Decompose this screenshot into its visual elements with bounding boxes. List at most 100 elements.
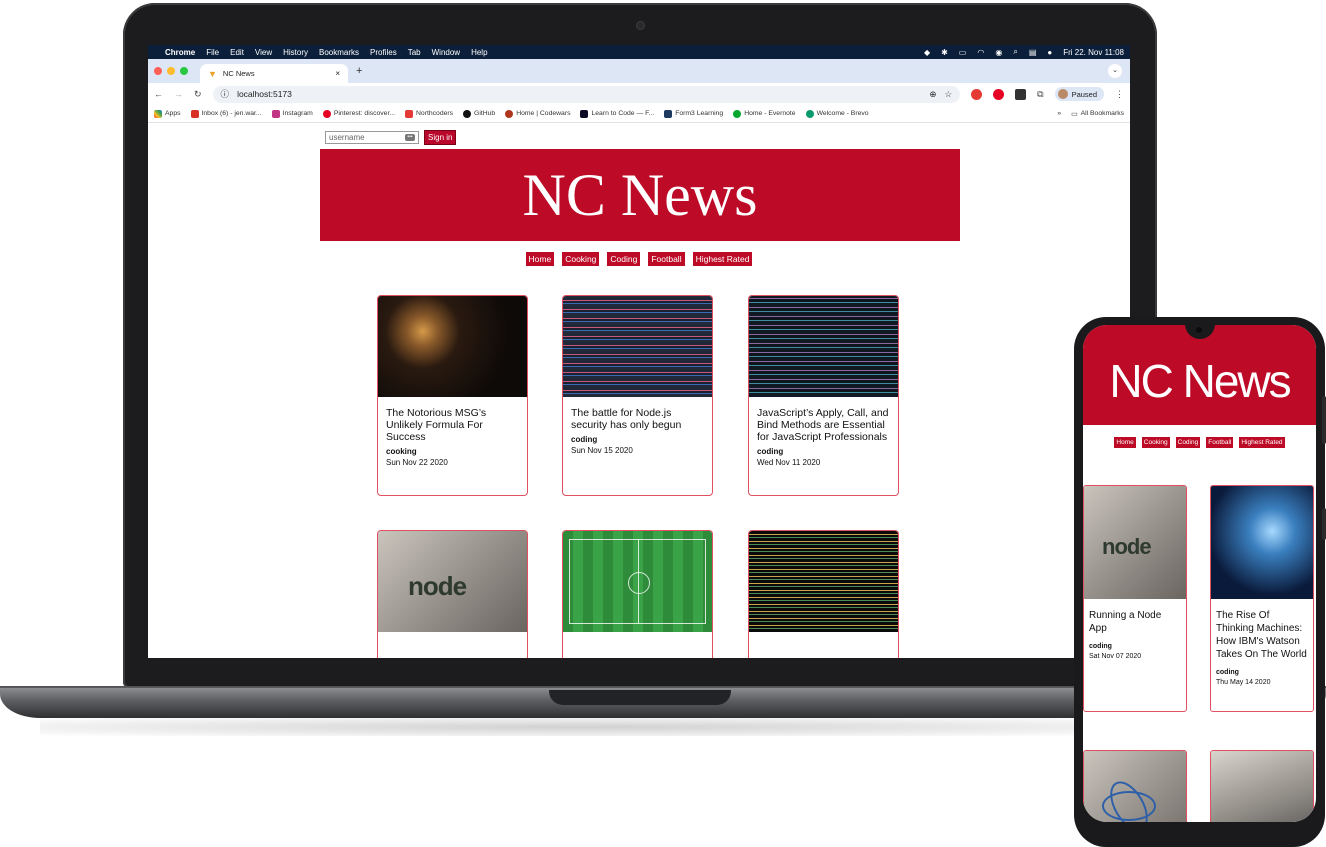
nav-coding[interactable]: Coding xyxy=(607,252,641,266)
extension-abp-icon[interactable] xyxy=(971,88,983,100)
menu-view[interactable]: View xyxy=(255,48,272,57)
spotlight-icon[interactable]: ⌕ xyxy=(1013,47,1017,57)
menu-window[interactable]: Window xyxy=(432,48,460,57)
kebab-menu-icon[interactable]: ⋮ xyxy=(1115,89,1124,100)
new-tab-button[interactable]: + xyxy=(356,65,362,77)
bookmark-github[interactable]: GitHub xyxy=(463,109,495,118)
back-icon[interactable]: ← xyxy=(154,89,163,99)
menu-file[interactable]: File xyxy=(206,48,219,57)
menu-app-name[interactable]: Chrome xyxy=(165,48,195,57)
maximize-window-button[interactable] xyxy=(180,67,188,75)
menu-history[interactable]: History xyxy=(283,48,308,57)
more-bookmarks-button[interactable]: » xyxy=(1057,110,1061,117)
omnibox[interactable]: ⓘ localhost:5173 ⊕ ☆ xyxy=(212,85,961,103)
instagram-icon xyxy=(271,109,280,118)
laptop-camera xyxy=(636,21,645,30)
article-title[interactable]: The Notorious MSG’s Unlikely Formula For… xyxy=(386,407,519,443)
article-card[interactable]: The Notorious MSG’s Unlikely Formula For… xyxy=(377,295,528,496)
reload-icon[interactable]: ↻ xyxy=(194,89,202,100)
bookmark-gmail[interactable]: Inbox (6) - jen.war... xyxy=(190,109,262,118)
evernote-icon xyxy=(733,109,742,118)
article-image xyxy=(563,296,712,397)
battery-icon[interactable]: ▭ xyxy=(959,48,967,57)
user-icon[interactable]: ◉ xyxy=(995,48,1002,57)
bluetooth-icon[interactable]: ✱ xyxy=(941,48,948,57)
siri-icon[interactable]: ● xyxy=(1047,48,1052,57)
phone-nav-highest-rated[interactable]: Highest Rated xyxy=(1239,437,1285,448)
phone-article-title[interactable]: Running a Node App xyxy=(1089,609,1181,635)
phone-screen: NC News Home Cooking Coding Football Hig… xyxy=(1083,325,1316,822)
phone-article-title[interactable]: The Rise Of Thinking Machines: How IBM's… xyxy=(1216,609,1308,661)
phone-nav-home[interactable]: Home xyxy=(1114,437,1136,448)
web-page: username ••• Sign in NC News Home Cookin… xyxy=(148,123,1130,658)
bookmark-northcoders[interactable]: Northcoders xyxy=(405,109,453,118)
article-date: Wed Nov 11 2020 xyxy=(757,458,821,467)
nav-cooking[interactable]: Cooking xyxy=(562,252,600,266)
bookmark-form3[interactable]: Form3 Learning xyxy=(664,109,723,118)
tab-close-icon[interactable]: × xyxy=(335,69,340,78)
url-text[interactable]: localhost:5173 xyxy=(237,89,921,99)
tab-nc-news[interactable]: ▼ NC News × xyxy=(200,64,348,83)
site-info-icon[interactable]: ⓘ xyxy=(221,88,230,100)
menu-profiles[interactable]: Profiles xyxy=(370,48,397,57)
elephant-icon[interactable]: ◆ xyxy=(924,48,930,57)
bookmark-instagram[interactable]: Instagram xyxy=(271,109,313,118)
article-topic: coding xyxy=(571,435,598,444)
menu-help[interactable]: Help xyxy=(471,48,487,57)
menubar-clock[interactable]: Fri 22. Nov 11:08 xyxy=(1063,48,1124,57)
bookmark-freecodecamp[interactable]: Learn to Code — F... xyxy=(580,109,654,118)
bookmark-apps[interactable]: Apps xyxy=(154,109,181,118)
all-bookmarks-button[interactable]: ▭ All Bookmarks xyxy=(1071,110,1124,118)
bookmark-pinterest[interactable]: Pinterest: discover... xyxy=(322,109,395,118)
close-window-button[interactable] xyxy=(154,67,162,75)
minimize-window-button[interactable] xyxy=(167,67,175,75)
folder-icon: ▭ xyxy=(1071,110,1078,118)
nav-home[interactable]: Home xyxy=(525,252,555,266)
zoom-icon[interactable]: ⊕ xyxy=(929,89,936,100)
football-pitch-image xyxy=(563,531,712,632)
extensions-puzzle-icon[interactable]: ⧉ xyxy=(1037,89,1043,100)
bookmark-codewars[interactable]: Home | Codewars xyxy=(505,109,570,118)
phone-nav-coding[interactable]: Coding xyxy=(1175,437,1201,448)
gmail-icon xyxy=(190,109,199,118)
control-center-icon[interactable]: ▤ xyxy=(1029,48,1037,57)
extension-pinterest-icon[interactable] xyxy=(993,88,1005,100)
phone-article-topic: coding xyxy=(1089,643,1112,650)
article-card[interactable]: node xyxy=(377,530,528,658)
article-card[interactable]: The battle for Node.js security has only… xyxy=(562,295,713,496)
tab-search-icon[interactable]: ⌄ xyxy=(1108,64,1122,78)
brevo-icon xyxy=(805,109,814,118)
bookmark-star-icon[interactable]: ☆ xyxy=(945,89,953,100)
phone-article-card[interactable]: The Rise Of Thinking Machines: How IBM's… xyxy=(1210,485,1314,712)
phone-article-card[interactable] xyxy=(1083,750,1187,822)
sign-in-button[interactable]: Sign in xyxy=(424,130,457,145)
bookmark-evernote[interactable]: Home - Evernote xyxy=(733,109,796,118)
bookmark-brevo[interactable]: Welcome - Brevo xyxy=(805,109,869,118)
article-card[interactable] xyxy=(748,530,899,658)
extension-dark-icon[interactable] xyxy=(1015,88,1027,100)
phone-article-card[interactable] xyxy=(1210,750,1314,822)
username-input[interactable]: username ••• xyxy=(325,131,419,144)
article-card[interactable]: JavaScript’s Apply, Call, and Bind Metho… xyxy=(748,295,899,496)
nav-football[interactable]: Football xyxy=(648,252,685,266)
article-title[interactable]: JavaScript’s Apply, Call, and Bind Metho… xyxy=(757,407,890,443)
react-logo-image xyxy=(1084,751,1186,822)
article-card[interactable] xyxy=(562,530,713,658)
wifi-icon[interactable]: ◠ xyxy=(977,48,984,57)
article-title[interactable]: The battle for Node.js security has only… xyxy=(571,407,704,431)
macos-menubar: Chrome File Edit View History Bookmarks … xyxy=(148,45,1130,59)
signin-form: username ••• Sign in xyxy=(325,130,457,145)
menu-edit[interactable]: Edit xyxy=(230,48,244,57)
phone-nav-cooking[interactable]: Cooking xyxy=(1141,437,1170,448)
phone-nav-football[interactable]: Football xyxy=(1206,437,1234,448)
username-placeholder: username xyxy=(329,133,365,142)
menu-bookmarks[interactable]: Bookmarks xyxy=(319,48,359,57)
phone-camera xyxy=(1196,327,1202,333)
article-topic: cooking xyxy=(386,447,417,456)
password-manager-icon[interactable]: ••• xyxy=(405,134,415,141)
menu-tab[interactable]: Tab xyxy=(408,48,421,57)
forward-icon[interactable]: → xyxy=(174,89,183,99)
phone-article-card[interactable]: node Running a Node App coding Sat Nov 0… xyxy=(1083,485,1187,712)
profile-button[interactable]: Paused xyxy=(1054,87,1104,101)
nav-highest-rated[interactable]: Highest Rated xyxy=(692,252,753,266)
